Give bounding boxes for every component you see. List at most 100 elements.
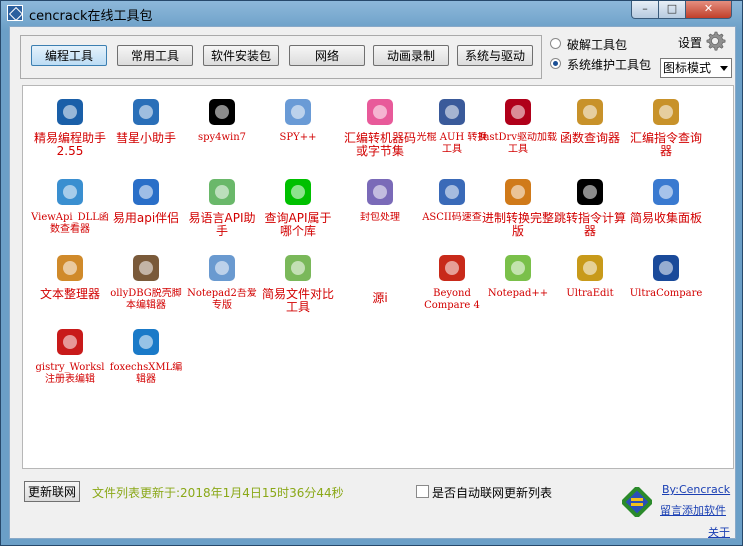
tool-item[interactable]: foxechsXML编辑器 bbox=[107, 326, 185, 396]
radio-crack-toolkit[interactable]: 破解工具包 bbox=[550, 35, 670, 53]
tool-item[interactable]: InstDrv驱动加载工具 bbox=[479, 96, 557, 166]
about-link[interactable]: 关于 bbox=[708, 524, 730, 540]
tool-name: foxechsXML编辑器 bbox=[109, 362, 183, 385]
tool-item[interactable]: 源i bbox=[341, 252, 419, 322]
tool-item[interactable]: 精易编程助手2.55 bbox=[31, 96, 109, 166]
tool-name: 精易编程助手2.55 bbox=[33, 132, 106, 158]
tool-item[interactable]: 进制转换完整版 bbox=[479, 176, 557, 246]
olly-icon bbox=[133, 255, 159, 281]
tool-item[interactable]: 易语言API助手 bbox=[183, 176, 261, 246]
tab-screen-recording[interactable]: 动画录制 bbox=[373, 45, 449, 66]
tool-item[interactable]: 函数查询器 bbox=[551, 96, 629, 166]
tool-name: 汇编指令查询器 bbox=[629, 132, 702, 158]
tool-name: ollyDBG脱壳脚本编辑器 bbox=[110, 288, 182, 311]
tool-item[interactable]: 汇编指令查询器 bbox=[627, 96, 705, 166]
base-convert-icon bbox=[505, 179, 531, 205]
app-window: cencrack在线工具包 – □ ✕ 编程工具 常用工具 软件安装包 网络 动… bbox=[0, 0, 743, 546]
tab-installers[interactable]: 软件安装包 bbox=[203, 45, 279, 66]
tool-item[interactable]: 查询API属于哪个库 bbox=[259, 176, 337, 246]
jtick-icon bbox=[577, 179, 603, 205]
tool-item[interactable]: 汇编转机器码或字节集 bbox=[341, 96, 419, 166]
tool-name: 易用api伴侣 bbox=[112, 212, 180, 225]
tool-name: 易语言API助手 bbox=[188, 212, 256, 238]
app-icon bbox=[7, 5, 23, 21]
tool-item[interactable]: gistry_Worksl注册表编辑 bbox=[31, 326, 109, 396]
tool-item[interactable]: 文本整理器 bbox=[31, 252, 109, 322]
tab-common-tools[interactable]: 常用工具 bbox=[117, 45, 193, 66]
tool-name: 进制转换完整版 bbox=[481, 212, 554, 238]
sys-icon bbox=[505, 99, 531, 125]
magnifier-icon bbox=[285, 99, 311, 125]
tool-item[interactable]: 简易文件对比工具 bbox=[259, 252, 337, 322]
tool-item[interactable]: ollyDBG脱壳脚本编辑器 bbox=[107, 252, 185, 322]
tool-name: UltraEdit bbox=[566, 288, 614, 299]
title-bar[interactable]: cencrack在线工具包 – □ ✕ bbox=[1, 1, 742, 25]
packet-icon bbox=[367, 179, 393, 205]
chevron-down-icon bbox=[720, 66, 728, 71]
search-glass-icon bbox=[653, 99, 679, 125]
gear-tool-icon bbox=[439, 99, 465, 125]
checkbox-box bbox=[416, 485, 429, 498]
refresh-online-button[interactable]: 更新联网 bbox=[24, 481, 80, 502]
tool-name: 简易文件对比工具 bbox=[261, 288, 334, 314]
easy-programming-icon bbox=[57, 99, 83, 125]
tool-name: 源i bbox=[372, 292, 388, 305]
tool-name: spy4win7 bbox=[197, 132, 247, 143]
tool-item[interactable]: 彗星小助手 bbox=[107, 96, 185, 166]
gear-icon[interactable] bbox=[703, 29, 727, 53]
tool-name: Notepad2吾爱专版 bbox=[187, 288, 257, 311]
auto-update-checkbox[interactable]: 是否自动联网更新列表 bbox=[416, 484, 552, 501]
ascii-icon bbox=[439, 179, 465, 205]
tool-name: SPY++ bbox=[279, 132, 317, 143]
notepad-pen-icon bbox=[653, 179, 679, 205]
tool-item[interactable]: 易用api伴侣 bbox=[107, 176, 185, 246]
add-software-link[interactable]: 留言添加软件 bbox=[660, 502, 726, 518]
tool-name: 函数查询器 bbox=[559, 132, 620, 145]
list-update-status: 文件列表更新于:2018年1月4日15时36分44秒 bbox=[92, 486, 344, 500]
tool-name: 查询API属于哪个库 bbox=[264, 212, 332, 238]
tool-item[interactable]: 跳转指令计算器 bbox=[551, 176, 629, 246]
tool-item[interactable]: Notepad++ bbox=[479, 252, 557, 322]
tool-item[interactable]: spy4win7 bbox=[183, 96, 261, 166]
tab-network[interactable]: 网络 bbox=[289, 45, 365, 66]
close-button[interactable]: ✕ bbox=[685, 1, 732, 19]
tab-system-drivers[interactable]: 系统与驱动 bbox=[457, 45, 533, 66]
tool-item[interactable]: 简易收集面板 bbox=[627, 176, 705, 246]
tool-name: 汇编转机器码或字节集 bbox=[343, 132, 416, 158]
registry-cubes-icon bbox=[57, 329, 83, 355]
tool-item[interactable]: ViewApi_DLL函数查看器 bbox=[31, 176, 109, 246]
maximize-button[interactable]: □ bbox=[658, 1, 686, 19]
tool-item[interactable]: 封包处理 bbox=[341, 176, 419, 246]
pink-blob-icon bbox=[367, 99, 393, 125]
tool-name: InstDrv驱动加载工具 bbox=[479, 132, 557, 155]
author-link[interactable]: By:Cencrack bbox=[662, 483, 730, 496]
minimize-button[interactable]: – bbox=[631, 1, 659, 19]
notepadpp-icon bbox=[505, 255, 531, 281]
tool-name: ViewApi_DLL函数查看器 bbox=[31, 212, 109, 235]
settings-label[interactable]: 设置 bbox=[678, 34, 702, 51]
tool-name: 文本整理器 bbox=[39, 288, 100, 301]
api-companion-icon bbox=[133, 179, 159, 205]
radio-dot-checked bbox=[550, 58, 561, 69]
viewapi-icon bbox=[57, 179, 83, 205]
comet-helper-icon bbox=[133, 99, 159, 125]
client-area: 编程工具 常用工具 软件安装包 网络 动画录制 系统与驱动 破解工具包 系统维护… bbox=[9, 26, 736, 539]
category-toolbar: 编程工具 常用工具 软件安装包 网络 动画录制 系统与驱动 bbox=[20, 35, 542, 79]
tab-programming-tools[interactable]: 编程工具 bbox=[31, 45, 107, 66]
api-green-icon bbox=[285, 179, 311, 205]
radio-dot bbox=[550, 38, 561, 49]
radio-maintenance-toolkit[interactable]: 系统维护工具包 bbox=[550, 55, 670, 73]
tool-name: 封包处理 bbox=[360, 212, 400, 223]
tool-item[interactable]: UltraCompare bbox=[627, 252, 705, 322]
beyond-compare-icon bbox=[439, 255, 465, 281]
tool-grid: 精易编程助手2.55 彗星小助手 spy4win7 SPY++ 汇编转机器码或字节集 光棍… bbox=[22, 85, 734, 469]
view-mode-select[interactable]: 图标模式 bbox=[660, 58, 732, 78]
tool-name: 彗星小助手 bbox=[115, 132, 176, 145]
search-glass-icon bbox=[577, 99, 603, 125]
notepad2-icon bbox=[209, 255, 235, 281]
tool-item[interactable]: Notepad2吾爱专版 bbox=[183, 252, 261, 322]
api-helper-icon bbox=[209, 179, 235, 205]
tool-item[interactable]: SPY++ bbox=[259, 96, 337, 166]
tool-item[interactable]: UltraEdit bbox=[551, 252, 629, 322]
ultraedit-icon bbox=[577, 255, 603, 281]
